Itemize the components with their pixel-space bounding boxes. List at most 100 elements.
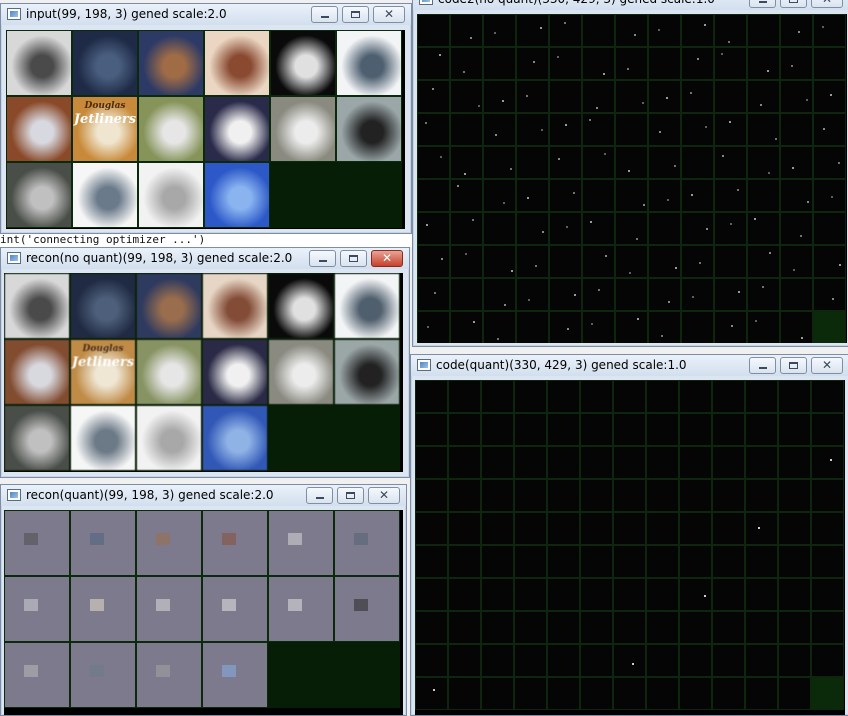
close-button[interactable]: ✕ — [811, 0, 843, 8]
code-tile — [747, 179, 780, 212]
code-tile — [514, 512, 547, 545]
code-tile — [811, 611, 844, 644]
code-tile — [778, 611, 811, 644]
code-tile — [415, 644, 448, 677]
code-tile — [547, 545, 580, 578]
code-tile — [547, 413, 580, 446]
input-window-titlebar[interactable]: input(99, 198, 3) gened scale:2.0 ✕ — [1, 4, 411, 25]
maximize-button[interactable] — [337, 487, 364, 504]
code-activation — [659, 131, 661, 133]
code-tile — [450, 179, 483, 212]
code-tile — [448, 512, 481, 545]
code-activation — [470, 37, 472, 39]
recon-quant-window[interactable]: recon(quant)(99, 198, 3) gened scale:2.0… — [0, 484, 407, 716]
minimize-button[interactable] — [749, 357, 776, 374]
window-app-icon — [7, 489, 21, 501]
code-tile — [580, 413, 613, 446]
code-activation — [464, 173, 466, 175]
code-tile — [417, 311, 450, 343]
minimize-icon — [759, 1, 767, 3]
code-tile — [582, 47, 615, 80]
code-tile — [714, 146, 747, 179]
minimize-button[interactable] — [309, 250, 336, 267]
code-tile — [417, 80, 450, 113]
code-activation — [433, 689, 435, 691]
code-activation — [800, 235, 802, 237]
code-tile — [580, 446, 613, 479]
maximize-icon — [346, 492, 355, 499]
code-tile — [679, 446, 712, 479]
code2-no-quant-window-titlebar[interactable]: code2(no quant)(330, 429, 3) gened scale… — [413, 0, 848, 10]
code-tile — [448, 578, 481, 611]
maximize-button[interactable] — [780, 357, 807, 374]
minimize-button[interactable] — [311, 6, 338, 23]
code-tile — [714, 179, 747, 212]
code-tile — [646, 611, 679, 644]
code-activation — [636, 238, 638, 240]
code-tile — [481, 479, 514, 512]
code-tile — [747, 14, 780, 47]
close-button[interactable]: ✕ — [811, 357, 843, 374]
quant-artifact — [288, 599, 303, 611]
code-tile — [747, 278, 780, 311]
image-tile — [268, 576, 334, 642]
code-tile — [780, 113, 813, 146]
close-button[interactable]: ✕ — [371, 250, 403, 267]
close-button[interactable]: ✕ — [368, 487, 400, 504]
quant-artifact — [222, 533, 237, 545]
code2-no-quant-window[interactable]: code2(no quant)(330, 429, 3) gened scale… — [412, 0, 848, 347]
code-activation — [441, 258, 443, 260]
code-tile — [417, 278, 450, 311]
code2-no-quant-canvas — [417, 14, 847, 343]
code-tile — [415, 611, 448, 644]
code-quant-window-titlebar[interactable]: code(quant)(330, 429, 3) gened scale:1.0… — [411, 355, 848, 376]
code-tile — [549, 212, 582, 245]
code-tile — [747, 212, 780, 245]
code-activation — [704, 24, 706, 26]
code-tile — [747, 311, 780, 343]
recon-quant-window-titlebar[interactable]: recon(quant)(99, 198, 3) gened scale:2.0… — [1, 485, 406, 506]
image-tile — [204, 30, 270, 96]
image-tile — [138, 162, 204, 228]
code-activation — [801, 337, 803, 339]
code-tile — [780, 47, 813, 80]
code-tile — [679, 413, 712, 446]
code-activation — [463, 71, 465, 73]
code-activation — [737, 189, 739, 191]
recon-no-quant-window-titlebar[interactable]: recon(no quant)(99, 198, 3) gened scale:… — [1, 248, 409, 269]
code-tile — [712, 644, 745, 677]
close-button[interactable]: ✕ — [373, 6, 405, 23]
image-tile — [136, 642, 202, 708]
maximize-button[interactable] — [780, 0, 807, 8]
code-tile — [679, 512, 712, 545]
image-tile: Douglas Jetliners — [70, 339, 136, 405]
maximize-button[interactable] — [340, 250, 367, 267]
code-tile — [714, 80, 747, 113]
code-activation — [627, 68, 629, 70]
code-tile — [646, 479, 679, 512]
quant-artifact — [156, 533, 171, 545]
image-tile — [336, 96, 402, 162]
code-activation — [767, 70, 769, 72]
code-tile — [415, 446, 448, 479]
code-activation — [634, 34, 636, 36]
recon-no-quant-window[interactable]: recon(no quant)(99, 198, 3) gened scale:… — [0, 247, 410, 478]
code-tile — [415, 380, 448, 413]
code-tile — [780, 14, 813, 47]
code-tile — [745, 512, 778, 545]
code-tile — [448, 644, 481, 677]
maximize-button[interactable] — [342, 6, 369, 23]
code-tile — [780, 278, 813, 311]
code-activation — [754, 218, 756, 220]
code-tile — [681, 278, 714, 311]
code-tile — [514, 446, 547, 479]
input-window[interactable]: input(99, 198, 3) gened scale:2.0 ✕ Doug… — [0, 3, 412, 234]
code-activation — [793, 269, 795, 271]
code-quant-window[interactable]: code(quant)(330, 429, 3) gened scale:1.0… — [410, 354, 848, 716]
code-tile — [681, 146, 714, 179]
minimize-button[interactable] — [306, 487, 333, 504]
code-activation — [528, 299, 530, 301]
code-tile — [780, 212, 813, 245]
code-activation — [838, 162, 840, 164]
minimize-button[interactable] — [749, 0, 776, 8]
